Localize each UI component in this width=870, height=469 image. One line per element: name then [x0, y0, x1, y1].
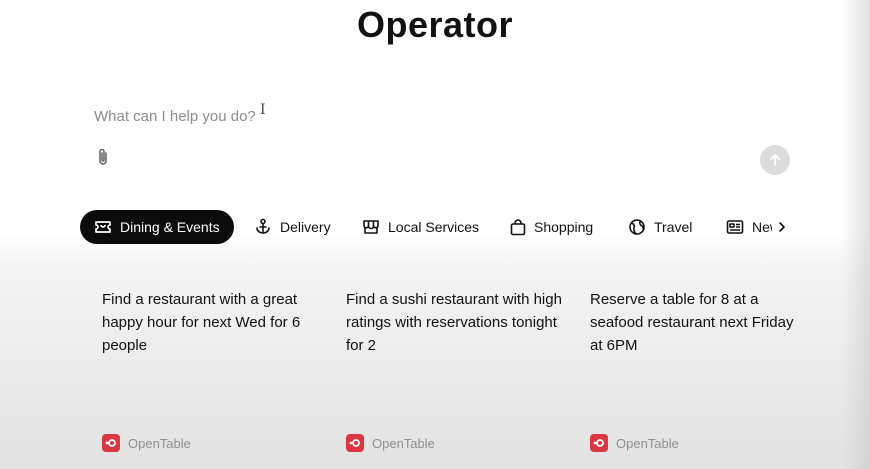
- suggestion-card[interactable]: Find a restaurant with a great happy hou…: [102, 288, 322, 458]
- newspaper-icon: [726, 220, 744, 234]
- page-title: Operator: [356, 4, 514, 45]
- source-name: OpenTable: [372, 435, 435, 451]
- suggestion-card[interactable]: Reserve a table for 8 at a seafood resta…: [590, 288, 810, 458]
- category-tabs: Dining & Events Delivery Local Services: [80, 210, 800, 244]
- opentable-logo-icon: [102, 434, 120, 452]
- tab-news[interactable]: News: [726, 210, 772, 244]
- tab-local-services[interactable]: Local Services: [362, 210, 479, 244]
- anchor-icon: [256, 218, 270, 234]
- tab-delivery[interactable]: Delivery: [254, 210, 331, 244]
- edge-shadow: [842, 0, 870, 469]
- paperclip-icon: [99, 148, 107, 165]
- suggestion-text: Reserve a table for 8 at a seafood resta…: [590, 291, 794, 354]
- operator-home: Operator I Dining & Events: [0, 0, 870, 469]
- opentable-logo-icon: [346, 434, 364, 452]
- shopping-bag-icon: [510, 218, 526, 235]
- tab-label: Shopping: [534, 219, 594, 235]
- tab-label: Delivery: [280, 219, 331, 235]
- tab-label: Local Services: [388, 219, 480, 235]
- chevron-right-icon: [779, 222, 785, 232]
- tab-label: Travel: [654, 219, 693, 235]
- prompt-composer: I: [80, 92, 800, 192]
- tabs-next-button[interactable]: [772, 210, 792, 244]
- tab-label: News: [752, 219, 772, 235]
- storefront-icon: [363, 220, 379, 234]
- text-cursor: I: [260, 102, 266, 118]
- suggestion-source: OpenTable: [590, 434, 679, 452]
- source-name: OpenTable: [128, 435, 191, 451]
- source-name: OpenTable: [616, 435, 679, 451]
- arrow-up-icon: [770, 154, 780, 166]
- opentable-logo-icon: [590, 434, 608, 452]
- tab-shopping[interactable]: Shopping: [510, 210, 593, 244]
- tab-dining-events[interactable]: Dining & Events: [80, 210, 234, 244]
- suggestion-card[interactable]: Find a sushi restaurant with high rating…: [346, 288, 566, 458]
- globe-icon: [629, 219, 645, 235]
- suggestion-text: Find a sushi restaurant with high rating…: [346, 291, 562, 354]
- ticket-icon: [95, 221, 111, 233]
- tab-travel[interactable]: Travel: [628, 210, 692, 244]
- prompt-input[interactable]: [94, 102, 734, 130]
- attach-button[interactable]: [92, 146, 114, 168]
- suggestion-source: OpenTable: [102, 434, 191, 452]
- send-button[interactable]: [760, 145, 790, 175]
- suggestion-text: Find a restaurant with a great happy hou…: [102, 291, 301, 354]
- tab-label: Dining & Events: [120, 219, 220, 235]
- suggestion-source: OpenTable: [346, 434, 435, 452]
